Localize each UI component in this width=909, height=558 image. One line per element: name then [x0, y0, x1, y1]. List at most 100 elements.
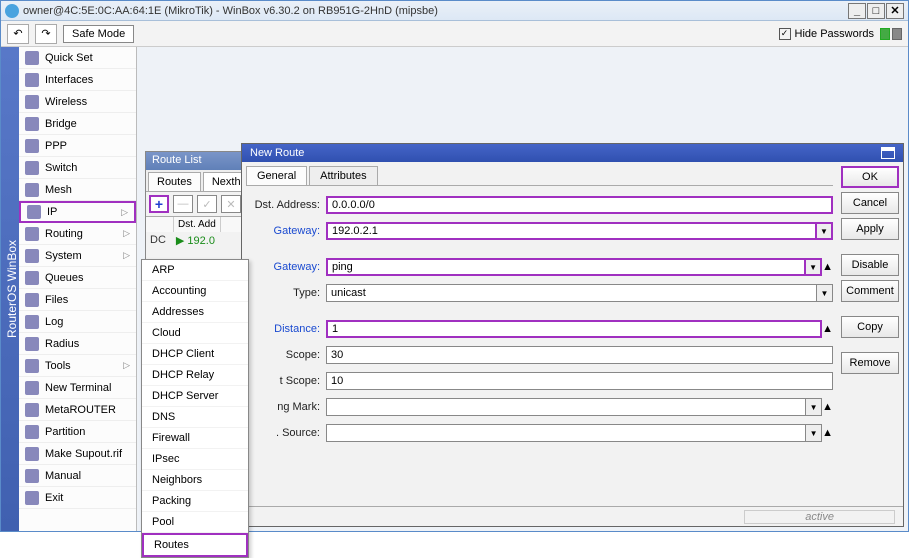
minimize-button[interactable]: _ — [848, 3, 866, 19]
hide-passwords-checkbox[interactable]: ✓ Hide Passwords — [779, 28, 874, 40]
type-input[interactable] — [326, 284, 817, 302]
sidebar-item-metarouter[interactable]: MetaROUTER — [19, 399, 136, 421]
cancel-button[interactable]: Cancel — [841, 192, 899, 214]
submenu-dhcp-client[interactable]: DHCP Client — [142, 344, 248, 365]
close-button[interactable]: ✕ — [886, 3, 904, 19]
sidebar-item-wireless[interactable]: Wireless — [19, 91, 136, 113]
submenu-addresses[interactable]: Addresses — [142, 302, 248, 323]
sidebar-item-quick-set[interactable]: Quick Set — [19, 47, 136, 69]
sidebar-item-partition[interactable]: Partition — [19, 421, 136, 443]
submenu-packing[interactable]: Packing — [142, 491, 248, 512]
disable-button[interactable]: ✕ — [221, 195, 241, 213]
scope-input[interactable] — [326, 346, 833, 364]
collapse-icon[interactable]: ▲ — [822, 427, 833, 439]
sidebar-item-system[interactable]: System▷ — [19, 245, 136, 267]
routing_mark-input[interactable] — [326, 398, 806, 416]
submenu-routes[interactable]: Routes — [142, 533, 248, 557]
safe-mode-button[interactable]: Safe Mode — [63, 25, 134, 43]
sidebar-item-make-supout-rif[interactable]: Make Supout.rif — [19, 443, 136, 465]
sidebar-item-mesh[interactable]: Mesh — [19, 179, 136, 201]
lock-icon — [880, 28, 890, 40]
pref_source-input[interactable] — [326, 424, 806, 442]
undo-button[interactable]: ↶ — [7, 24, 29, 44]
submenu-accounting[interactable]: Accounting — [142, 281, 248, 302]
redo-button[interactable]: ↷ — [35, 24, 57, 44]
chevron-right-icon: ▷ — [123, 360, 130, 371]
ip-submenu: ARPAccountingAddressesCloudDHCP ClientDH… — [141, 259, 249, 558]
submenu-firewall[interactable]: Firewall — [142, 428, 248, 449]
sidebar-item-radius[interactable]: Radius — [19, 333, 136, 355]
menu-icon — [25, 447, 39, 461]
sidebar-item-ppp[interactable]: PPP — [19, 135, 136, 157]
collapse-icon[interactable]: ▲ — [822, 323, 833, 335]
sidebar-item-routing[interactable]: Routing▷ — [19, 223, 136, 245]
toolbar: ↶ ↷ Safe Mode ✓ Hide Passwords — [1, 21, 908, 47]
label-check_gateway: Gateway: — [246, 261, 326, 273]
tab-routes[interactable]: Routes — [148, 172, 201, 191]
menu-icon — [25, 51, 39, 65]
sidebar-item-manual[interactable]: Manual — [19, 465, 136, 487]
apply-button[interactable]: Apply — [841, 218, 899, 240]
menu-icon — [25, 293, 39, 307]
distance-input[interactable] — [326, 320, 822, 338]
submenu-dhcp-server[interactable]: DHCP Server — [142, 386, 248, 407]
menu-icon — [25, 315, 39, 329]
menu-icon — [25, 117, 39, 131]
submenu-ipsec[interactable]: IPsec — [142, 449, 248, 470]
gateway-input[interactable] — [326, 222, 817, 240]
sidebar-item-bridge[interactable]: Bridge — [19, 113, 136, 135]
submenu-pool[interactable]: Pool — [142, 512, 248, 533]
enable-button[interactable]: ✓ — [197, 195, 217, 213]
sidebar-item-interfaces[interactable]: Interfaces — [19, 69, 136, 91]
submenu-dns[interactable]: DNS — [142, 407, 248, 428]
comment-button[interactable]: Comment — [841, 280, 899, 302]
remove-button[interactable]: — — [173, 195, 193, 213]
dropdown-button[interactable]: ▼ — [806, 258, 822, 276]
dropdown-button[interactable]: ▼ — [806, 424, 822, 442]
submenu-arp[interactable]: ARP — [142, 260, 248, 281]
maximize-button[interactable]: □ — [867, 3, 885, 19]
tab-attributes[interactable]: Attributes — [309, 166, 377, 185]
dropdown-button[interactable]: ▼ — [817, 222, 833, 240]
vertical-brand: RouterOS WinBox — [1, 47, 19, 531]
menu-icon — [25, 337, 39, 351]
check_gateway-input[interactable] — [326, 258, 806, 276]
sidebar-item-log[interactable]: Log — [19, 311, 136, 333]
menu-icon — [25, 249, 39, 263]
remove-button[interactable]: Remove — [841, 352, 899, 374]
sidebar-item-queues[interactable]: Queues — [19, 267, 136, 289]
copy-button[interactable]: Copy — [841, 316, 899, 338]
menu-icon — [25, 381, 39, 395]
new-route-title: New Route — [250, 147, 304, 159]
target_scope-input[interactable] — [326, 372, 833, 390]
chevron-right-icon: ▷ — [123, 228, 130, 239]
sidebar-item-files[interactable]: Files — [19, 289, 136, 311]
label-gateway: Gateway: — [246, 225, 326, 237]
collapse-icon[interactable]: ▲ — [822, 261, 833, 273]
menu-icon — [25, 95, 39, 109]
sidebar: Quick SetInterfacesWirelessBridgePPPSwit… — [19, 47, 137, 531]
sidebar-item-ip[interactable]: IP▷ — [19, 201, 136, 223]
sidebar-item-tools[interactable]: Tools▷ — [19, 355, 136, 377]
submenu-neighbors[interactable]: Neighbors — [142, 470, 248, 491]
dropdown-button[interactable]: ▼ — [806, 398, 822, 416]
disable-button[interactable]: Disable — [841, 254, 899, 276]
label-scope: Scope: — [246, 349, 326, 361]
submenu-dhcp-relay[interactable]: DHCP Relay — [142, 365, 248, 386]
dropdown-button[interactable]: ▼ — [817, 284, 833, 302]
sidebar-item-switch[interactable]: Switch — [19, 157, 136, 179]
ok-button[interactable]: OK — [841, 166, 899, 188]
maximize-button[interactable] — [881, 147, 895, 159]
add-button[interactable]: + — [149, 195, 169, 213]
chevron-right-icon: ▷ — [121, 207, 128, 218]
dst_address-input[interactable] — [326, 196, 833, 214]
sidebar-item-exit[interactable]: Exit — [19, 487, 136, 509]
label-target_scope: t Scope: — [246, 375, 326, 387]
tab-general[interactable]: General — [246, 166, 307, 185]
submenu-cloud[interactable]: Cloud — [142, 323, 248, 344]
sidebar-item-new-terminal[interactable]: New Terminal — [19, 377, 136, 399]
menu-icon — [25, 271, 39, 285]
menu-icon — [25, 425, 39, 439]
collapse-icon[interactable]: ▲ — [822, 401, 833, 413]
label-dst_address: Dst. Address: — [246, 199, 326, 211]
